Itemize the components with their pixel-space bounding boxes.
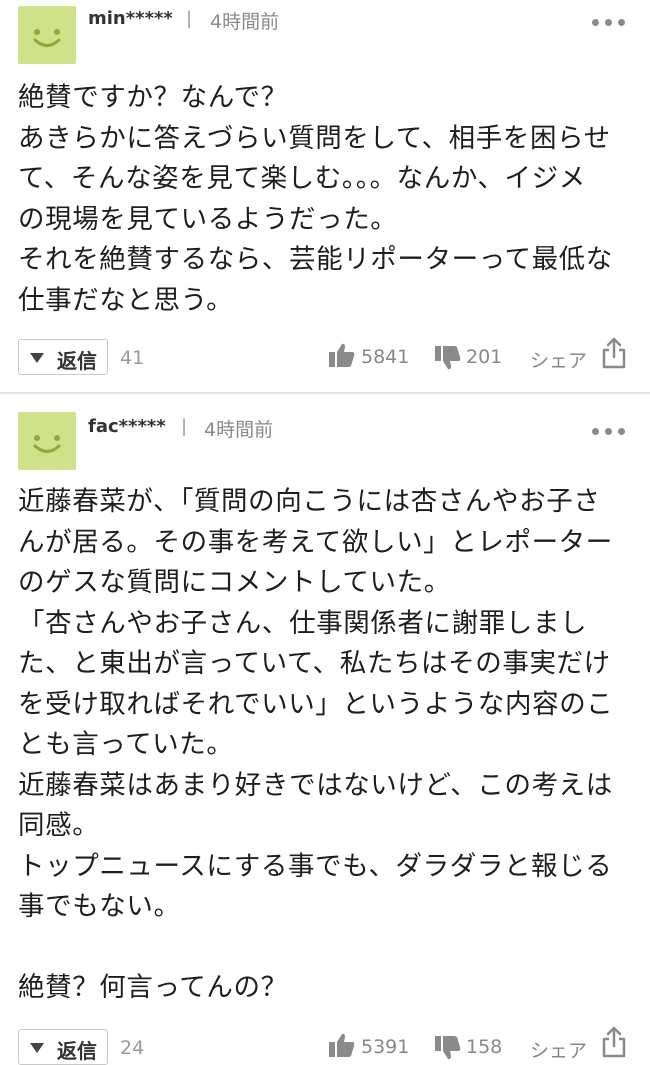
comment-line: た、と東出が言っていて、私たちはその事実だけ <box>18 648 611 679</box>
comment-line: んが居る。その事を考えて欲しい」とレポーター <box>18 526 613 558</box>
comment-body: 絶賛ですか？なんで？ あきらかに答えづらい質問をして、相手を困らせ て、そんな姿… <box>18 78 638 321</box>
comment-line: 同感。 <box>18 810 100 841</box>
comment-line: 近藤春菜はあまり好きではないけど、この考えは <box>18 769 613 801</box>
more-dots-icon[interactable] <box>592 16 628 28</box>
smiley-avatar-icon <box>33 435 61 453</box>
share-icon[interactable] <box>601 1026 627 1058</box>
comment-line: それを絶賛するなら、芸能リポーターって最低な <box>18 244 613 275</box>
header-separator: | <box>181 416 188 437</box>
dislike-count: 201 <box>466 346 503 368</box>
header-separator: | <box>186 8 193 29</box>
comment-line <box>18 928 638 969</box>
share-label[interactable]: シェア <box>530 1036 587 1063</box>
thumbs-down-icon[interactable] <box>434 345 462 371</box>
smiley-avatar-icon <box>33 29 61 47</box>
like-count: 5841 <box>361 346 410 368</box>
comment-line: 「杏さんやお子さん、仕事関係者に謝罪しまし <box>18 607 588 639</box>
more-dots-icon[interactable] <box>592 425 628 437</box>
reply-button[interactable]: 返信 <box>18 339 108 375</box>
dislike-count: 158 <box>466 1036 503 1058</box>
comment-line: あきらかに答えづらい質問をして、相手を困らせ <box>18 122 611 154</box>
reply-label: 返信 <box>57 349 97 373</box>
avatar[interactable] <box>18 6 76 64</box>
comment-line: 絶賛ですか？なんで？ <box>18 82 288 113</box>
comment-line: の現場を見ているようだった。 <box>18 203 398 235</box>
comment-card: min***** | 4時間前 絶賛ですか？なんで？ あきらかに答えづらい質問を… <box>0 0 650 392</box>
username[interactable]: min***** <box>88 8 173 29</box>
comment-card: fac***** | 4時間前 近藤春菜が、「質問の向こうには杏さんやお子さ ん… <box>0 392 650 1065</box>
comment-line: トップニュースにする事でも、ダラダラと報じる <box>18 850 613 882</box>
comment-line: 仕事だなと思う。 <box>18 284 234 316</box>
reply-count: 41 <box>120 347 145 369</box>
triangle-down-icon <box>30 353 44 363</box>
username[interactable]: fac***** <box>88 416 166 437</box>
thumbs-up-icon[interactable] <box>328 342 356 368</box>
share-icon[interactable] <box>601 337 627 369</box>
comment-line: て、そんな姿を見て楽しむ。。。なんか、イジメ <box>18 163 586 194</box>
comment-line: 事でもない。 <box>18 891 181 922</box>
comment-body: 近藤春菜が、「質問の向こうには杏さんやお子さ んが居る。その事を考えて欲しい」と… <box>18 482 638 1009</box>
share-label[interactable]: シェア <box>530 346 587 373</box>
comment-line: を受け取ればそれでいい」というような内容のこ <box>18 688 614 720</box>
comment-line: のゲスな質問にコメントしていた。 <box>18 567 451 598</box>
like-count: 5391 <box>361 1036 410 1058</box>
comment-line: 絶賛？何言ってんの？ <box>18 972 288 1003</box>
reply-count: 24 <box>120 1037 145 1059</box>
timestamp: 4時間前 <box>210 11 280 33</box>
thumbs-down-icon[interactable] <box>434 1035 462 1061</box>
avatar[interactable] <box>18 412 76 470</box>
comment-line: 近藤春菜が、「質問の向こうには杏さんやお子さ <box>18 486 601 517</box>
timestamp: 4時間前 <box>204 419 274 441</box>
thumbs-up-icon[interactable] <box>328 1032 356 1058</box>
triangle-down-icon <box>30 1043 44 1053</box>
comment-line: とも言っていた。 <box>18 729 234 760</box>
